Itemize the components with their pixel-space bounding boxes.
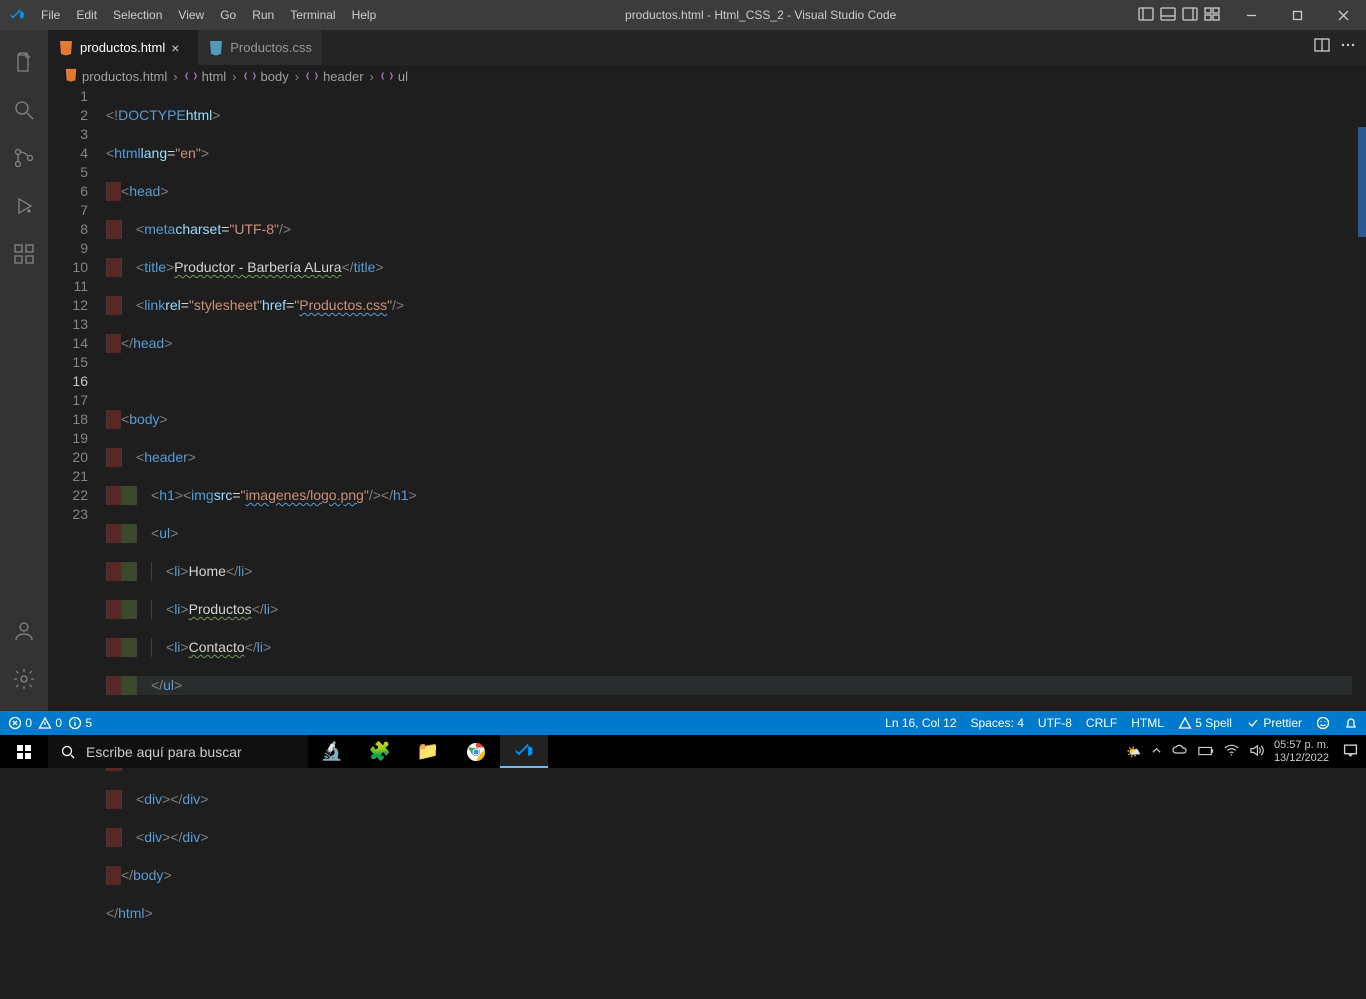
split-editor-icon[interactable] [1314,37,1330,58]
tray-wifi-icon[interactable] [1224,744,1239,759]
tray-weather-icon[interactable]: 🌤️ [1126,745,1141,759]
chevron-right-icon: › [293,69,301,84]
tray-onedrive-icon[interactable] [1172,744,1188,759]
extensions-icon[interactable] [0,230,48,278]
taskbar-vscode[interactable] [500,735,548,768]
windows-taskbar: Escribe aquí para buscar 🔬 🧩 📁 🌤️ 05:57 … [0,735,1366,768]
menu-selection[interactable]: Selection [106,4,169,26]
menu-edit[interactable]: Edit [69,4,104,26]
taskbar-app-2[interactable]: 🧩 [356,735,404,768]
chevron-right-icon: › [368,69,376,84]
status-language[interactable]: HTML [1131,716,1164,730]
status-spell[interactable]: 5 Spell [1178,716,1232,731]
start-button[interactable] [0,735,48,768]
html-file-icon [64,68,78,85]
settings-gear-icon[interactable] [0,655,48,703]
status-errors[interactable]: 0 [8,716,32,731]
tray-battery-icon[interactable] [1198,745,1214,759]
accounts-icon[interactable] [0,607,48,655]
minimize-button[interactable] [1228,0,1274,30]
menu-file[interactable]: File [34,4,67,26]
taskbar-app-1[interactable]: 🔬 [308,735,356,768]
breadcrumb-html[interactable]: html [184,69,227,84]
tab-label: Productos.css [230,40,312,55]
breadcrumbs[interactable]: productos.html › html › body › header › … [48,65,1366,87]
window-controls [1228,0,1366,30]
tab-label: productos.html [80,40,165,55]
line-gutter: 12345678 9101112131415 1617181920212223 [48,87,106,524]
css-file-icon: 3 [208,40,224,56]
html-file-icon: 5 [58,40,74,56]
activity-bar [0,30,48,711]
close-tab-icon[interactable]: × [171,40,187,56]
status-feedback-icon[interactable] [1316,716,1330,731]
taskbar-file-explorer[interactable]: 📁 [404,735,452,768]
menu-bar: File Edit Selection View Go Run Terminal… [34,4,383,26]
breadcrumb-file[interactable]: productos.html [64,68,167,85]
breadcrumb-ul[interactable]: ul [380,69,408,84]
status-info[interactable]: 5 [68,716,92,731]
toggle-secondary-sidebar-icon[interactable] [1182,6,1198,25]
status-eol[interactable]: CRLF [1086,716,1117,730]
menu-go[interactable]: Go [213,4,243,26]
maximize-button[interactable] [1274,0,1320,30]
customize-layout-icon[interactable] [1204,6,1220,25]
minimap-slider[interactable] [1358,127,1366,237]
code-text: imagenes/logo.png [246,487,364,503]
tray-chevron-up-icon[interactable] [1151,745,1162,759]
search-icon[interactable] [0,86,48,134]
editor-tabs: 5 productos.html × 3 Productos.css [48,30,1366,65]
code-text: Contacto [189,638,245,657]
code-content[interactable]: <!DOCTYPE html> <html lang="en"> <head> … [106,87,1352,999]
menu-help[interactable]: Help [345,4,384,26]
title-bar: File Edit Selection View Go Run Terminal… [0,0,1366,30]
tab-productos-html[interactable]: 5 productos.html × [48,30,198,65]
menu-terminal[interactable]: Terminal [283,4,342,26]
toggle-primary-sidebar-icon[interactable] [1138,6,1154,25]
code-text: Home [189,562,226,581]
status-encoding[interactable]: UTF-8 [1038,716,1072,730]
code-text: Productos.css [299,297,387,313]
taskbar-chrome[interactable] [452,735,500,768]
taskbar-apps: 🔬 🧩 📁 [308,735,548,768]
code-text: Productos [189,600,252,619]
search-placeholder: Escribe aquí para buscar [86,744,242,760]
run-debug-icon[interactable] [0,182,48,230]
more-actions-icon[interactable] [1340,37,1356,58]
layout-buttons [1138,6,1228,25]
status-prettier[interactable]: Prettier [1246,716,1302,731]
status-cursor-position[interactable]: Ln 16, Col 12 [885,716,956,730]
status-warnings[interactable]: 0 [38,716,62,731]
explorer-icon[interactable] [0,38,48,86]
chevron-right-icon: › [171,69,179,84]
tray-notifications-icon[interactable] [1343,743,1358,761]
breadcrumb-body[interactable]: body [243,69,289,84]
menu-view[interactable]: View [171,4,211,26]
code-text: Productor - Barbería ALura [174,258,341,277]
breadcrumb-header[interactable]: header [305,69,363,84]
chevron-right-icon: › [230,69,238,84]
menu-run[interactable]: Run [245,4,281,26]
svg-text:5: 5 [64,46,68,53]
minimap[interactable] [1352,87,1366,711]
window-title: productos.html - Html_CSS_2 - Visual Stu… [383,8,1138,22]
close-button[interactable] [1320,0,1366,30]
status-bar: 0 0 5 Ln 16, Col 12 Spaces: 4 UTF-8 CRLF… [0,711,1366,735]
toggle-panel-icon[interactable] [1160,6,1176,25]
taskbar-clock[interactable]: 05:57 p. m. 13/12/2022 [1274,739,1333,763]
svg-text:3: 3 [214,46,218,53]
taskbar-search[interactable]: Escribe aquí para buscar [48,735,308,768]
status-bell-icon[interactable] [1344,716,1358,731]
source-control-icon[interactable] [0,134,48,182]
tab-productos-css[interactable]: 3 Productos.css [198,30,323,65]
status-indent[interactable]: Spaces: 4 [971,716,1024,730]
code-editor[interactable]: 12345678 9101112131415 1617181920212223 … [48,87,1366,711]
vscode-logo-icon [0,7,34,23]
system-tray: 🌤️ 05:57 p. m. 13/12/2022 [1126,739,1366,763]
tray-volume-icon[interactable] [1249,744,1264,760]
